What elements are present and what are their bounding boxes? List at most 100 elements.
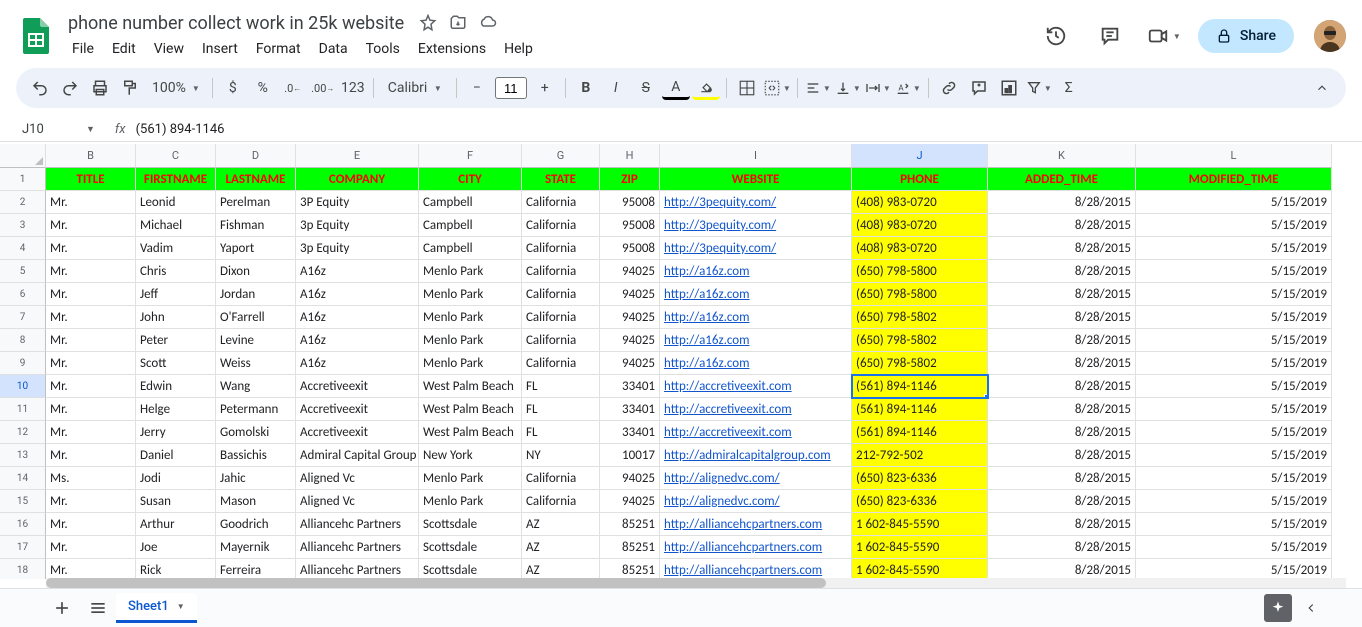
row-header[interactable]: 2 — [0, 191, 46, 214]
column-header-H[interactable]: H — [600, 144, 660, 168]
cell[interactable]: Fishman — [216, 214, 296, 237]
name-box[interactable]: J10 — [16, 122, 86, 137]
cell[interactable]: 3P Equity — [296, 191, 419, 214]
cell[interactable]: 8/28/2015 — [988, 260, 1136, 283]
cell[interactable]: (650) 798-5802 — [852, 352, 988, 375]
cell[interactable]: http://a16z.com — [660, 306, 852, 329]
cell[interactable]: AZ — [522, 513, 600, 536]
row-header[interactable]: 13 — [0, 444, 46, 467]
grid[interactable]: BCDEFGHIJKL 1TITLEFIRSTNAMELASTNAMECOMPA… — [0, 144, 1362, 579]
cell[interactable]: http://alliancehcpartners.com — [660, 559, 852, 579]
cell[interactable]: Mr. — [46, 559, 136, 579]
cell[interactable]: West Palm Beach — [419, 375, 522, 398]
menu-view[interactable]: View — [146, 37, 192, 61]
cell[interactable]: http://accretiveexit.com — [660, 398, 852, 421]
formula-input[interactable]: (561) 894-1146 — [136, 122, 1346, 137]
cell[interactable]: Mr. — [46, 237, 136, 260]
cell[interactable]: Menlo Park — [419, 329, 522, 352]
cell[interactable]: 8/28/2015 — [988, 513, 1136, 536]
cell[interactable]: http://a16z.com — [660, 329, 852, 352]
cloud-status-icon[interactable] — [478, 13, 498, 33]
cell[interactable]: 1 602-845-5590 — [852, 559, 988, 579]
text-color-button[interactable]: A — [662, 76, 690, 100]
cell[interactable]: Jordan — [216, 283, 296, 306]
cell[interactable]: 5/15/2019 — [1136, 421, 1332, 444]
cell[interactable]: FL — [522, 398, 600, 421]
paint-format-button[interactable] — [116, 74, 144, 102]
cell[interactable]: Scott — [136, 352, 216, 375]
sheet-tab[interactable]: Sheet1 ▼ — [116, 593, 197, 623]
cell[interactable]: (650) 823-6336 — [852, 467, 988, 490]
cell[interactable]: Mr. — [46, 375, 136, 398]
cell[interactable]: California — [522, 214, 600, 237]
link-button[interactable] — [935, 74, 963, 102]
print-button[interactable] — [86, 74, 114, 102]
cell[interactable]: 33401 — [600, 421, 660, 444]
cell[interactable]: http://accretiveexit.com — [660, 421, 852, 444]
cell[interactable]: 5/15/2019 — [1136, 214, 1332, 237]
font-family-select[interactable]: Calibri▼ — [380, 74, 450, 102]
sheets-logo[interactable] — [16, 16, 56, 56]
filter-button[interactable]: ▼ — [1025, 74, 1053, 102]
cell[interactable]: Peter — [136, 329, 216, 352]
cell[interactable]: Perelman — [216, 191, 296, 214]
cell[interactable]: Mr. — [46, 191, 136, 214]
column-header-J[interactable]: J — [852, 144, 988, 168]
cell[interactable]: Mr. — [46, 352, 136, 375]
chevron-down-icon[interactable]: ▼ — [86, 124, 95, 135]
cell[interactable]: 1 602-845-5590 — [852, 513, 988, 536]
cell[interactable]: (650) 798-5800 — [852, 260, 988, 283]
cell[interactable]: California — [522, 237, 600, 260]
row-header[interactable]: 7 — [0, 306, 46, 329]
cell[interactable]: Ferreira — [216, 559, 296, 579]
cell[interactable]: 95008 — [600, 237, 660, 260]
cell[interactable]: Vadim — [136, 237, 216, 260]
cell[interactable]: Accretiveexit — [296, 398, 419, 421]
cell[interactable]: (561) 894-1146 — [852, 375, 988, 398]
header-cell-company[interactable]: COMPANY — [296, 168, 419, 191]
cell[interactable]: AZ — [522, 559, 600, 579]
v-align-button[interactable]: ▼ — [834, 74, 862, 102]
cell[interactable]: (561) 894-1146 — [852, 421, 988, 444]
cell[interactable]: Jahic — [216, 467, 296, 490]
cell[interactable]: 85251 — [600, 536, 660, 559]
cell[interactable]: 94025 — [600, 490, 660, 513]
cell[interactable]: Yaport — [216, 237, 296, 260]
cell[interactable]: Mr. — [46, 306, 136, 329]
share-button[interactable]: Share — [1198, 19, 1294, 53]
cell[interactable]: 5/15/2019 — [1136, 513, 1332, 536]
increase-font-button[interactable]: + — [531, 74, 559, 102]
row-header[interactable]: 14 — [0, 467, 46, 490]
cell[interactable]: 3p Equity — [296, 214, 419, 237]
fill-color-button[interactable] — [692, 76, 720, 100]
h-align-button[interactable]: ▼ — [804, 74, 832, 102]
cell[interactable]: Mr. — [46, 490, 136, 513]
scrollbar-thumb[interactable] — [46, 578, 826, 588]
cell[interactable]: 85251 — [600, 513, 660, 536]
cell[interactable]: California — [522, 283, 600, 306]
cell[interactable]: Admiral Capital Group — [296, 444, 419, 467]
header-cell-website[interactable]: WEBSITE — [660, 168, 852, 191]
cell[interactable]: Mayernik — [216, 536, 296, 559]
cell[interactable]: 8/28/2015 — [988, 329, 1136, 352]
cell[interactable]: 5/15/2019 — [1136, 559, 1332, 579]
cell[interactable]: Mr. — [46, 421, 136, 444]
cell[interactable]: 5/15/2019 — [1136, 237, 1332, 260]
merge-button[interactable]: ▼ — [763, 74, 791, 102]
star-icon[interactable] — [418, 13, 438, 33]
header-cell-state[interactable]: STATE — [522, 168, 600, 191]
column-header-K[interactable]: K — [988, 144, 1136, 168]
cell[interactable]: http://alliancehcpartners.com — [660, 513, 852, 536]
cell[interactable]: 8/28/2015 — [988, 306, 1136, 329]
cell[interactable]: 5/15/2019 — [1136, 191, 1332, 214]
cell[interactable]: California — [522, 352, 600, 375]
percent-button[interactable]: % — [249, 74, 277, 102]
cell[interactable]: Chris — [136, 260, 216, 283]
cell[interactable]: Scottsdale — [419, 536, 522, 559]
cell[interactable]: (408) 983-0720 — [852, 237, 988, 260]
cell[interactable]: 8/28/2015 — [988, 536, 1136, 559]
cell[interactable]: A16z — [296, 260, 419, 283]
cell[interactable]: A16z — [296, 283, 419, 306]
decrease-font-button[interactable]: − — [463, 74, 491, 102]
cell[interactable]: Menlo Park — [419, 490, 522, 513]
